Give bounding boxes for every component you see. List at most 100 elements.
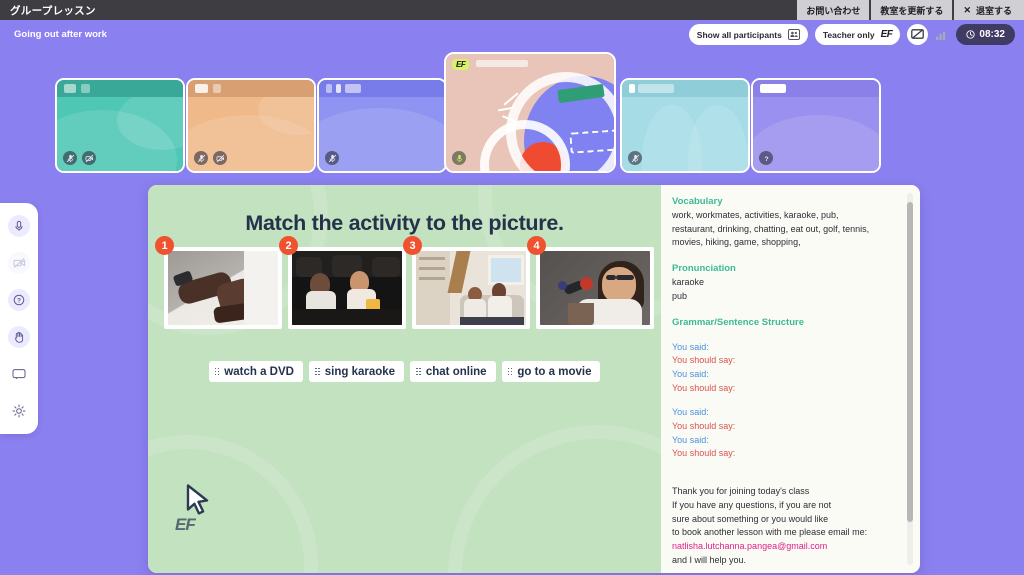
mic-off-icon [194, 151, 208, 165]
vocabulary-line-1: work, workmates, activities, karaoke, pu… [672, 210, 839, 220]
participant-tile-3[interactable] [317, 78, 447, 173]
draggable-answer-chips: watch a DVD sing karaoke chat online go … [148, 361, 661, 382]
mic-off-icon [63, 151, 77, 165]
pronunciation-line-1: karaoke [672, 277, 705, 288]
activity-card-2[interactable]: 2 [279, 236, 406, 329]
pronunciation-heading: Pronunciation [672, 263, 736, 275]
card-image-2 [292, 251, 402, 325]
you-should-say-line: You should say: [672, 448, 736, 459]
closing-line-4: to book another lesson with me please em… [672, 527, 868, 538]
ef-logo-icon: EF [175, 515, 196, 534]
participant-tile-6[interactable]: ? [751, 78, 881, 173]
network-signal-icon [935, 28, 949, 42]
teacher-only-label: Teacher only [822, 29, 875, 40]
close-icon: ✕ [963, 4, 971, 15]
leave-classroom-button[interactable]: ✕ 退室する [954, 0, 1024, 20]
lesson-header: Going out after work Show all participan… [0, 20, 1024, 50]
answer-chip-label: sing karaoke [324, 365, 396, 378]
svg-text:?: ? [17, 298, 21, 305]
drag-handle-icon[interactable] [507, 367, 513, 376]
participant-4-name-placeholder [476, 60, 528, 67]
chat-icon[interactable] [8, 363, 30, 385]
answer-chip-label: watch a DVD [224, 365, 294, 378]
leave-classroom-button-label: 退室する [975, 5, 1012, 16]
notes-scrollbar[interactable] [907, 193, 913, 565]
notes-scrollbar-thumb[interactable] [907, 202, 913, 522]
contact-button[interactable]: お問い合わせ [797, 0, 872, 20]
participant-tile-4-active[interactable]: EF [444, 52, 616, 173]
contact-email-link[interactable]: natlisha.lutchanna.pangea@gmail.com [672, 540, 904, 554]
closing-tail: and I will help you. [672, 554, 747, 565]
grammar-heading: Grammar/Sentence Structure [672, 316, 804, 328]
card-image-3 [416, 251, 526, 325]
svg-text:?: ? [764, 155, 768, 162]
answer-chip-chat-online[interactable]: chat online [410, 361, 496, 382]
participant-video-strip: EF ? [0, 52, 1024, 178]
you-said-line: You said: [672, 368, 709, 379]
answer-chip-go-to-a-movie[interactable]: go to a movie [501, 361, 601, 382]
drag-handle-icon[interactable] [416, 367, 421, 376]
card-image-4 [540, 251, 650, 325]
card-number-badge: 3 [403, 236, 422, 255]
closing-line-2: If you have any questions, if you are no… [672, 499, 832, 510]
page-title: Going out after work [14, 29, 107, 40]
vocabulary-line-3: movies, hiking, game, shopping, [672, 237, 801, 248]
slide-canvas[interactable]: Match the activity to the picture. 1 2 3… [148, 185, 661, 573]
timer-value: 08:32 [979, 29, 1005, 40]
participant-tile-2[interactable] [186, 78, 316, 173]
you-said-line: You said: [672, 407, 709, 418]
mic-off-icon [325, 151, 339, 165]
card-number-badge: 2 [279, 236, 298, 255]
screen-share-off-icon[interactable] [907, 24, 929, 45]
answer-chip-sing-karaoke[interactable]: sing karaoke [308, 361, 405, 382]
teacher-only-button[interactable]: Teacher only EF [814, 24, 901, 45]
settings-gear-icon[interactable] [8, 400, 30, 422]
card-number-badge: 1 [155, 236, 174, 255]
drag-handle-icon[interactable] [214, 367, 220, 376]
decorative-swirl [148, 435, 318, 573]
participants-icon [787, 29, 800, 40]
card-image-1 [168, 251, 278, 325]
contact-button-label: お問い合わせ [806, 5, 861, 16]
closing-line-3: sure about something or you would like [672, 513, 829, 524]
participant-6-status: ? [759, 151, 773, 165]
titlebar-actions: お問い合わせ 教室を更新する ✕ 退室する [797, 0, 1024, 20]
activity-card-3[interactable]: 3 [403, 236, 530, 329]
answer-chip-label: chat online [425, 365, 487, 378]
activity-card-4[interactable]: 4 [527, 236, 654, 329]
window-title-bar: グループレッスン お問い合わせ 教室を更新する ✕ 退室する [0, 0, 1024, 20]
vocabulary-line-2: restaurant, drinking, chatting, eat out,… [672, 223, 870, 234]
card-number-badge: 4 [527, 236, 546, 255]
camera-off-icon [82, 151, 96, 165]
header-controls: Show all participants Teacher only EF 08… [688, 24, 1015, 45]
you-should-say-line: You should say: [672, 382, 736, 393]
lesson-stage: Match the activity to the picture. 1 2 3… [148, 185, 920, 573]
microphone-icon[interactable] [8, 215, 30, 237]
vocabulary-heading: Vocabulary [672, 196, 723, 207]
participant-2-status [194, 151, 227, 165]
lesson-notes-panel[interactable]: Vocabulary work, workmates, activities, … [661, 185, 920, 573]
answer-chip-watch-a-dvd[interactable]: watch a DVD [208, 361, 303, 382]
mic-on-icon [452, 151, 466, 165]
closing-line-1: Thank you for joining today's class [672, 486, 810, 497]
participant-tile-5[interactable] [620, 78, 750, 173]
refresh-classroom-button[interactable]: 教室を更新する [871, 0, 955, 20]
ef-logo-icon: EF [880, 29, 893, 40]
mic-off-icon [628, 151, 642, 165]
drag-handle-icon[interactable] [314, 367, 320, 376]
clock-icon [966, 30, 976, 39]
activity-card-1[interactable]: 1 [155, 236, 282, 329]
lesson-timer: 08:32 [956, 24, 1015, 45]
decorative-swirl [448, 425, 661, 573]
raise-hand-icon[interactable] [8, 326, 30, 348]
camera-off-icon[interactable] [8, 252, 30, 274]
participant-tile-1[interactable] [55, 78, 185, 173]
refresh-classroom-button-label: 教室を更新する [880, 5, 944, 16]
show-all-participants-button[interactable]: Show all participants [688, 24, 808, 45]
participant-5-status [628, 151, 642, 165]
you-should-say-line: You should say: [672, 355, 736, 366]
question-mark-icon[interactable]: ? [8, 289, 30, 311]
